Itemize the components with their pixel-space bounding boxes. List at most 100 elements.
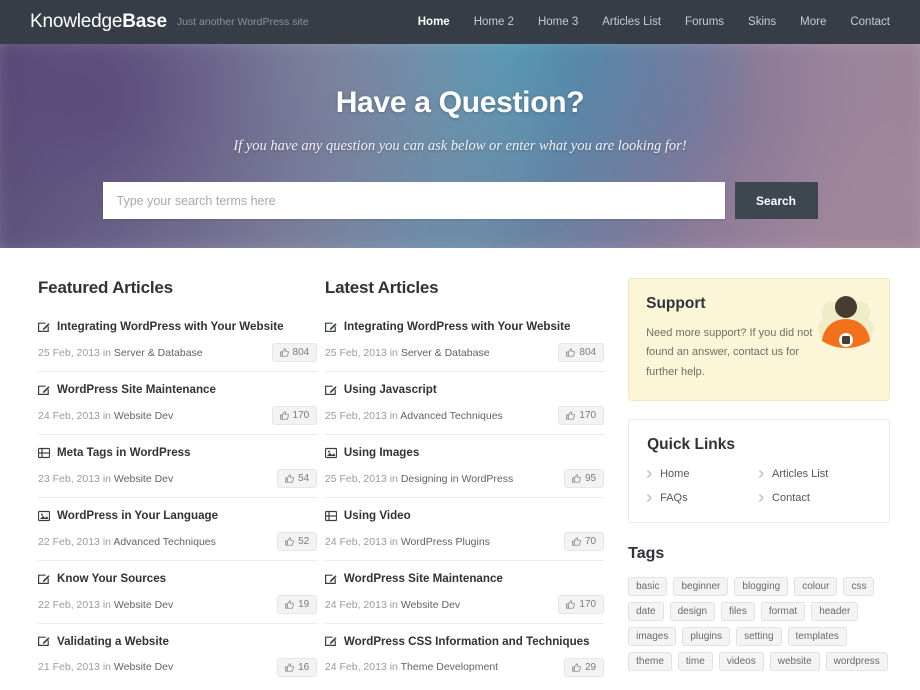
tag-chip[interactable]: date <box>628 601 664 621</box>
nav-item-forums[interactable]: Forums <box>685 16 724 28</box>
article-item[interactable]: Meta Tags in WordPress 23 Feb, 2013 in We… <box>38 433 318 497</box>
tag-chip[interactable]: header <box>811 601 859 621</box>
quick-link-faqs[interactable]: FAQs <box>647 492 759 504</box>
nav-item-more[interactable]: More <box>800 16 826 28</box>
tag-chip[interactable]: templates <box>787 626 847 646</box>
like-count-value: 16 <box>298 661 310 673</box>
nav-item-home[interactable]: Home <box>418 16 450 28</box>
like-count-badge[interactable]: 29 <box>563 657 605 677</box>
nav-item-home-3[interactable]: Home 3 <box>538 16 578 28</box>
tag-chip[interactable]: videos <box>718 651 764 671</box>
article-title[interactable]: WordPress CSS Information and Techniques <box>344 635 590 649</box>
article-title[interactable]: Validating a Website <box>57 635 169 649</box>
tag-chip[interactable]: blogging <box>734 576 789 596</box>
article-item[interactable]: Know Your Sources 22 Feb, 2013 in Website… <box>38 559 318 623</box>
like-count-badge[interactable]: 16 <box>277 657 318 677</box>
tag-chip[interactable]: theme <box>628 651 672 671</box>
nav-item-contact[interactable]: Contact <box>850 16 890 28</box>
quick-link-articles-list[interactable]: Articles List <box>759 468 871 480</box>
article-title[interactable]: Meta Tags in WordPress <box>57 446 191 460</box>
tag-chip[interactable]: time <box>677 651 713 671</box>
thumbs-up-icon <box>566 348 576 358</box>
article-date: 25 Feb, 2013 <box>38 346 100 359</box>
article-title[interactable]: Know Your Sources <box>57 572 166 586</box>
like-count-badge[interactable]: 804 <box>558 343 605 363</box>
article-date: 25 Feb, 2013 <box>324 346 387 359</box>
like-count-badge[interactable]: 170 <box>558 406 605 426</box>
quick-link-contact[interactable]: Contact <box>759 492 871 504</box>
article-item[interactable]: Validating a Website 21 Feb, 2013 in Webs… <box>38 622 318 686</box>
article-category[interactable]: Website Dev <box>401 599 460 611</box>
article-date: 24 Feb, 2013 <box>38 409 100 422</box>
tag-chip[interactable]: format <box>760 601 806 621</box>
tag-chip[interactable]: setting <box>736 626 782 646</box>
article-category[interactable]: Advanced Techniques <box>400 410 503 422</box>
article-meta: 25 Feb, 2013 in Advanced Techniques <box>325 410 503 422</box>
main-navigation: Home Home 2 Home 3 Articles List Forums Skins… <box>418 16 890 28</box>
like-count-badge[interactable]: 54 <box>277 469 318 489</box>
article-title[interactable]: Integrating WordPress with Your Website <box>57 320 284 334</box>
like-count-badge[interactable]: 95 <box>563 469 605 489</box>
article-title[interactable]: WordPress Site Maintenance <box>344 572 503 586</box>
tag-chip[interactable]: colour <box>794 576 838 596</box>
article-category[interactable]: Theme Development <box>401 661 498 673</box>
latest-articles-list: Integrating WordPress with Your Website 2… <box>324 320 605 686</box>
like-count-badge[interactable]: 170 <box>271 406 318 426</box>
article-item[interactable]: WordPress Site Maintenance 24 Feb, 2013 i… <box>38 370 318 434</box>
article-title[interactable]: Using Javascript <box>344 383 437 397</box>
article-item[interactable]: WordPress Site Maintenance 24 Feb, 2013 i… <box>324 559 605 623</box>
tag-chip[interactable]: files <box>721 601 755 621</box>
quick-link-home[interactable]: Home <box>647 468 759 480</box>
nav-item-skins[interactable]: Skins <box>748 16 776 28</box>
search-input[interactable] <box>102 182 725 219</box>
article-in-word: in <box>102 409 111 422</box>
article-category[interactable]: Website Dev <box>114 599 173 611</box>
tag-list: basic beginner blogging colour css date design… <box>628 576 890 671</box>
article-item[interactable]: Integrating WordPress with Your Website 2… <box>38 320 318 371</box>
article-item[interactable]: Using Video 24 Feb, 2013 in WordPress Plu… <box>324 496 605 560</box>
nav-item-articles-list[interactable]: Articles List <box>602 16 661 28</box>
article-category[interactable]: WordPress Plugins <box>401 536 490 548</box>
brand-text-bold: Base <box>122 11 167 32</box>
tag-chip[interactable]: beginner <box>673 576 729 596</box>
article-header: Using Javascript <box>324 383 604 397</box>
tag-chip[interactable]: wordpress <box>825 651 888 671</box>
like-count-badge[interactable]: 170 <box>558 595 605 615</box>
article-title[interactable]: Using Images <box>344 446 419 460</box>
article-category[interactable]: Server & Database <box>401 347 490 359</box>
tag-chip[interactable]: plugins <box>682 626 731 646</box>
article-category[interactable]: Designing in WordPress <box>401 473 513 485</box>
article-category[interactable]: Website Dev <box>114 410 173 422</box>
article-date: 22 Feb, 2013 <box>38 598 100 611</box>
nav-item-home-2[interactable]: Home 2 <box>474 16 514 28</box>
tag-chip[interactable]: website <box>769 651 820 671</box>
article-category[interactable]: Website Dev <box>114 661 173 673</box>
article-title[interactable]: Using Video <box>344 509 411 523</box>
search-button[interactable]: Search <box>734 182 818 219</box>
site-brand[interactable]: KnowledgeBase <box>30 11 167 33</box>
like-count-badge[interactable]: 804 <box>271 343 318 363</box>
thumbs-up-icon <box>285 474 294 483</box>
article-title[interactable]: WordPress in Your Language <box>57 509 218 523</box>
list-icon <box>324 510 337 522</box>
edit-icon <box>324 573 337 585</box>
tag-chip[interactable]: design <box>669 601 716 621</box>
tag-chip[interactable]: basic <box>628 576 668 596</box>
article-item[interactable]: WordPress CSS Information and Techniques… <box>324 622 605 686</box>
thumbs-up-icon <box>572 474 581 483</box>
article-item[interactable]: WordPress in Your Language 22 Feb, 2013 i… <box>38 496 318 560</box>
like-count-badge[interactable]: 52 <box>277 532 318 552</box>
article-item[interactable]: Integrating WordPress with Your Website 2… <box>324 320 605 371</box>
like-count-badge[interactable]: 19 <box>277 595 318 615</box>
like-count-badge[interactable]: 70 <box>563 532 605 552</box>
article-title[interactable]: Integrating WordPress with Your Website <box>344 320 571 334</box>
article-category[interactable]: Website Dev <box>114 473 173 485</box>
article-category[interactable]: Advanced Techniques <box>113 536 216 548</box>
article-category[interactable]: Server & Database <box>114 347 203 359</box>
article-item[interactable]: Using Javascript 25 Feb, 2013 in Advanced… <box>324 370 605 434</box>
article-title[interactable]: WordPress Site Maintenance <box>57 383 216 397</box>
tag-chip[interactable]: css <box>843 576 875 596</box>
article-item[interactable]: Using Images 25 Feb, 2013 in Designing in… <box>324 433 605 497</box>
article-meta-row: 25 Feb, 2013 in Server & Database 804 <box>38 343 318 363</box>
tag-chip[interactable]: images <box>628 626 677 646</box>
